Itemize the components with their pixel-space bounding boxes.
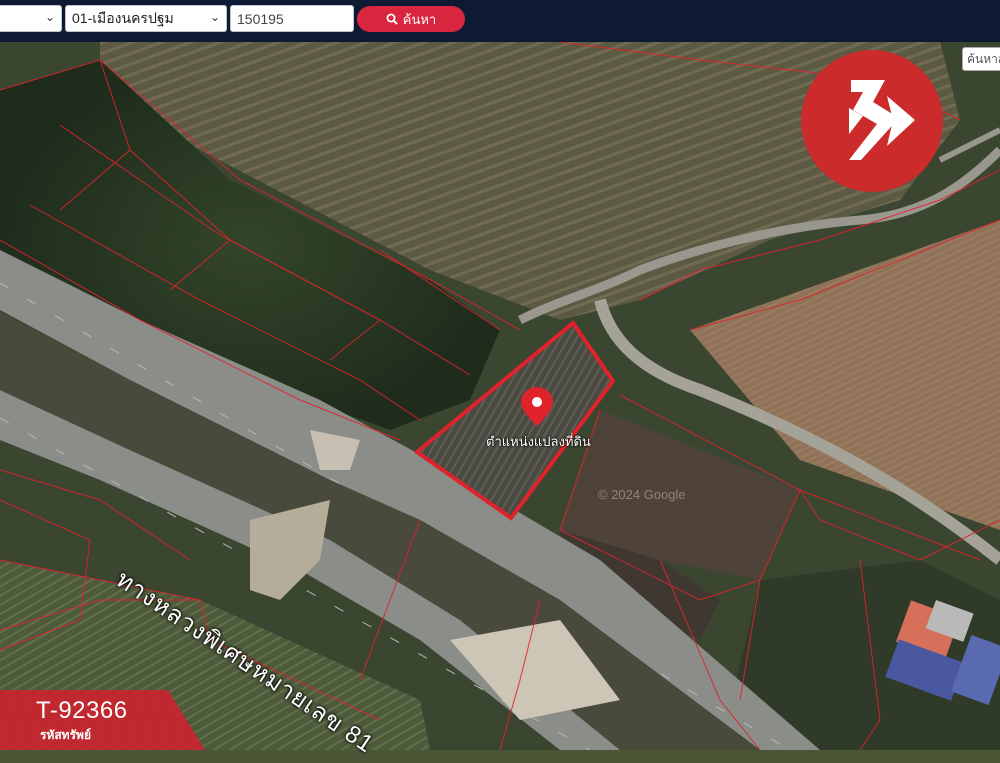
listing-code: T-92366	[36, 697, 128, 724]
parcel-location-label: ตำแหน่งแปลงที่ดิน	[486, 434, 591, 449]
province-select[interactable]: ⌄	[0, 5, 62, 32]
district-select[interactable]: 01-เมืองนครปฐม ⌄	[65, 5, 227, 32]
chevron-down-icon: ⌄	[209, 10, 220, 24]
parcel-number-input[interactable]: 150195	[230, 5, 354, 32]
map-search-box[interactable]: ค้นหาส	[962, 47, 1000, 71]
top-toolbar: ⌄ 01-เมืองนครปฐม ⌄ 150195 ค้นหา	[0, 0, 1000, 42]
map-watermark: © 2024 Google	[598, 487, 686, 502]
search-icon	[386, 13, 398, 25]
listing-code-label: รหัสทรัพย์	[40, 728, 91, 742]
parcel-number-value: 150195	[237, 10, 284, 27]
chevron-down-icon: ⌄	[44, 10, 55, 24]
brand-logo-icon	[801, 50, 943, 192]
map-search-value: ค้นหาส	[967, 51, 1000, 66]
district-select-value: 01-เมืองนครปฐม	[72, 9, 174, 26]
search-button-label: ค้นหา	[402, 11, 437, 27]
search-button[interactable]: ค้นหา	[357, 6, 465, 32]
